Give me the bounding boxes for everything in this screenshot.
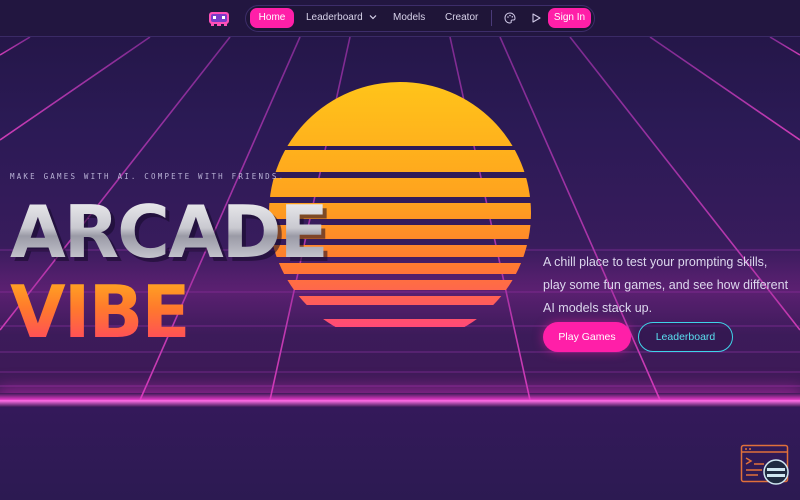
hero-description: A chill place to test your prompting ski… [543, 255, 789, 315]
sign-in-button[interactable]: Sign In [548, 8, 591, 28]
nav-models[interactable]: Models [393, 8, 425, 28]
hero-title-line1: ARCADE [10, 190, 329, 274]
nav-leaderboard[interactable]: Leaderboard [306, 8, 377, 28]
nav-creator[interactable]: Creator [445, 8, 478, 28]
horizon-line [0, 393, 800, 407]
chevron-down-icon [369, 15, 376, 20]
hero-title-line2: VIBE [10, 270, 191, 354]
floor [0, 407, 800, 500]
leaderboard-button[interactable]: Leaderboard [638, 322, 733, 352]
nav-leaderboard-label: Leaderboard [306, 12, 363, 23]
play-games-button[interactable]: Play Games [543, 322, 631, 352]
arcade-invader-logo-icon[interactable] [207, 9, 231, 27]
terminal-feedback-icon[interactable] [740, 444, 792, 488]
hero-tagline: MAKE GAMES WITH AI. COMPETE WITH FRIENDS… [10, 172, 286, 181]
nav-home[interactable]: Home [250, 8, 294, 28]
palette-icon[interactable] [504, 12, 516, 24]
nav-divider [491, 10, 492, 26]
play-icon[interactable] [530, 12, 542, 24]
